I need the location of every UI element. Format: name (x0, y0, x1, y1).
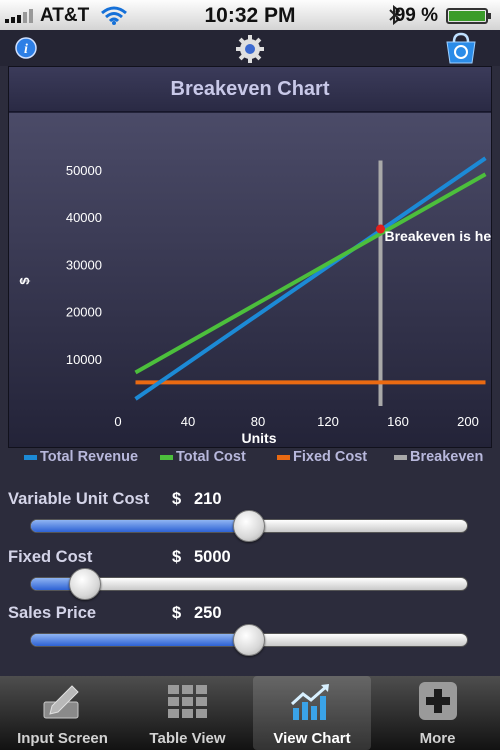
fixed-cost-label: Fixed Cost (8, 548, 93, 566)
battery-percent: 99 % (394, 5, 438, 26)
tab-more-label: More (419, 730, 456, 747)
y-tick-label: 30000 (66, 257, 102, 272)
sales-price-value: 250 (194, 604, 222, 622)
series-line-total-revenue (134, 156, 487, 401)
x-tick-label: 200 (457, 414, 479, 429)
legend-breakeven: Breakeven (394, 449, 483, 465)
x-axis-label: Units (242, 430, 277, 446)
y-axis-label: $ (17, 277, 32, 285)
x-tick-label: 160 (387, 414, 409, 429)
x-tick-label: 80 (251, 414, 265, 429)
legend-total-revenue: Total Revenue (24, 449, 138, 465)
tab-table-view[interactable]: Table View (125, 676, 250, 750)
battery-icon (446, 8, 491, 24)
edit-icon (43, 685, 79, 719)
variable-unit-cost-label: Variable Unit Cost (8, 490, 150, 508)
tab-view-chart[interactable]: View Chart (253, 676, 371, 750)
variable-unit-cost-currency: $ (172, 490, 182, 508)
sales-price-label: Sales Price (8, 604, 97, 622)
tab-more[interactable]: More (375, 676, 500, 750)
fixed-cost-value: 5000 (194, 548, 231, 566)
status-bar: AT&T 10:32 PM 99 % (0, 0, 500, 31)
gear-icon[interactable] (235, 34, 265, 64)
legend-total-cost: Total Cost (160, 449, 246, 465)
plus-icon (419, 682, 457, 720)
x-tick-label: 120 (317, 414, 339, 429)
sales-price-slider-thumb[interactable] (233, 624, 265, 656)
bag-app-icon[interactable] (444, 32, 478, 64)
chart-panel: Breakeven Chart 10000 20000 30000 40000 5000… (8, 66, 492, 448)
variable-unit-cost-slider-thumb[interactable] (233, 510, 265, 542)
y-tick-label: 40000 (66, 210, 102, 225)
variable-unit-cost-value: 210 (194, 490, 222, 508)
top-toolbar: i (0, 30, 500, 66)
chart-icon (290, 684, 329, 720)
fixed-cost-currency: $ (172, 548, 182, 566)
grid-icon (168, 685, 207, 718)
sales-price-currency: $ (172, 604, 182, 622)
breakeven-chart: 10000 20000 30000 40000 50000 0 40 80 120 160 200 U… (17, 156, 492, 446)
svg-text:i: i (24, 42, 28, 57)
y-tick-label: 10000 (66, 352, 102, 367)
x-tick-label: 40 (181, 414, 195, 429)
breakeven-annotation: Breakeven is he (385, 228, 492, 244)
info-icon[interactable]: i (15, 37, 37, 59)
x-tick-label: 0 (114, 414, 121, 429)
tab-view-chart-label: View Chart (273, 730, 351, 747)
y-tick-label: 50000 (66, 163, 102, 178)
legend-fixed-cost: Fixed Cost (277, 449, 367, 465)
tab-input-screen[interactable]: Input Screen (0, 676, 125, 750)
fixed-cost-slider-thumb[interactable] (68, 568, 101, 600)
y-tick-label: 20000 (66, 305, 102, 320)
tab-input-screen-label: Input Screen (17, 730, 108, 747)
series-line-total-cost (134, 172, 487, 375)
chart-legend: Total Revenue Total Cost Fixed Cost Brea… (0, 447, 500, 469)
tab-table-view-label: Table View (149, 730, 226, 747)
tab-bar: Input Screen Table View View Chart More (0, 676, 500, 750)
